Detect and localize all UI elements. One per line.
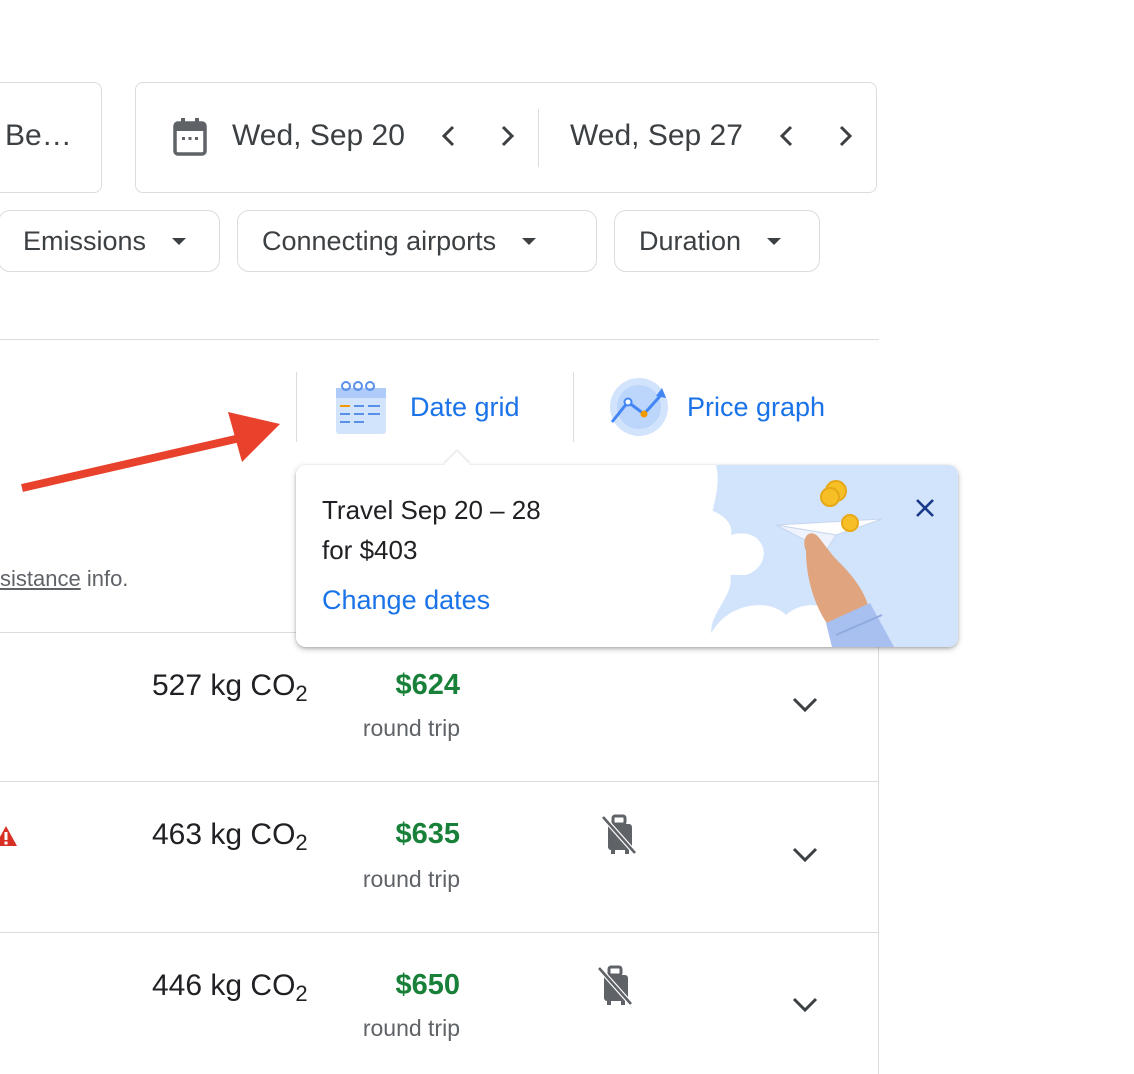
paper-plane-illustration: [656, 465, 958, 647]
assistance-info-text: sistance info.: [0, 566, 128, 592]
flight-row[interactable]: 463 kg CO2 $635 round trip: [0, 782, 878, 932]
info-suffix: info.: [80, 566, 129, 591]
filter-label: Emissions: [23, 225, 147, 256]
dropdown-arrow-icon: [767, 237, 782, 245]
chevron-left-icon[interactable]: [436, 121, 462, 151]
filter-duration[interactable]: Duration: [614, 210, 820, 272]
chevron-down-icon[interactable]: [790, 695, 820, 715]
emissions-value: 463 kg CO2: [152, 818, 308, 855]
filter-label: Connecting airports: [262, 225, 497, 256]
assistance-link[interactable]: sistance: [0, 566, 81, 591]
emissions-value: 446 kg CO2: [152, 969, 308, 1006]
date-divider: [538, 109, 539, 167]
annotation-arrow-icon: [21, 412, 280, 492]
trip-type: round trip: [362, 715, 460, 741]
flight-row[interactable]: 527 kg CO2 $624 round trip: [0, 633, 878, 781]
tooltip-travel-dates: Travel Sep 20 – 28: [322, 495, 541, 525]
close-icon[interactable]: [914, 497, 936, 519]
price-value: $624: [395, 669, 460, 701]
chevron-left-icon[interactable]: [774, 121, 800, 151]
section-divider: [0, 339, 879, 340]
cheaper-dates-tooltip: Travel Sep 20 – 28 for $403 Change dates: [296, 451, 958, 647]
date-field[interactable]: Wed, Sep 20 Wed, Sep 27: [135, 82, 877, 193]
filter-connecting-airports[interactable]: Connecting airports: [237, 210, 597, 272]
chevron-down-icon[interactable]: [790, 845, 820, 865]
change-dates-link[interactable]: Change dates: [322, 585, 490, 616]
trip-type: round trip: [362, 866, 460, 892]
results-right-border: [878, 632, 879, 1074]
filter-label: Duration: [639, 225, 742, 256]
emissions-value: 527 kg CO2: [152, 669, 308, 706]
dropdown-arrow-icon: [522, 237, 537, 245]
depart-date[interactable]: Wed, Sep 20: [232, 119, 405, 153]
chevron-right-icon[interactable]: [494, 121, 520, 151]
date-grid-label: Date grid: [410, 392, 520, 422]
destination-field[interactable]: Be…: [0, 82, 102, 193]
price-graph-label: Price graph: [687, 392, 826, 422]
calendar-icon: [173, 118, 207, 156]
no-carry-on-bag-icon: [597, 965, 633, 1006]
tooltip-price: for $403: [322, 535, 418, 565]
price-value: $635: [395, 818, 460, 850]
date-grid-button[interactable]: Date grid: [334, 378, 544, 438]
tool-divider: [296, 372, 297, 442]
tool-divider: [573, 372, 574, 442]
price-value: $650: [395, 969, 460, 1001]
date-grid-icon: [336, 381, 386, 434]
chevron-down-icon[interactable]: [790, 995, 820, 1015]
price-graph-button[interactable]: Price graph: [608, 376, 848, 440]
dropdown-arrow-icon: [172, 237, 187, 245]
filter-emissions[interactable]: Emissions: [0, 210, 220, 272]
trip-type: round trip: [362, 1015, 460, 1041]
destination-text: Be…: [5, 119, 72, 152]
flight-row[interactable]: 446 kg CO2 $650 round trip: [0, 933, 878, 1074]
warning-icon: [0, 826, 17, 846]
chevron-right-icon[interactable]: [832, 121, 858, 151]
return-date[interactable]: Wed, Sep 27: [570, 119, 743, 153]
no-carry-on-bag-icon: [601, 814, 637, 855]
price-graph-icon: [610, 378, 668, 436]
